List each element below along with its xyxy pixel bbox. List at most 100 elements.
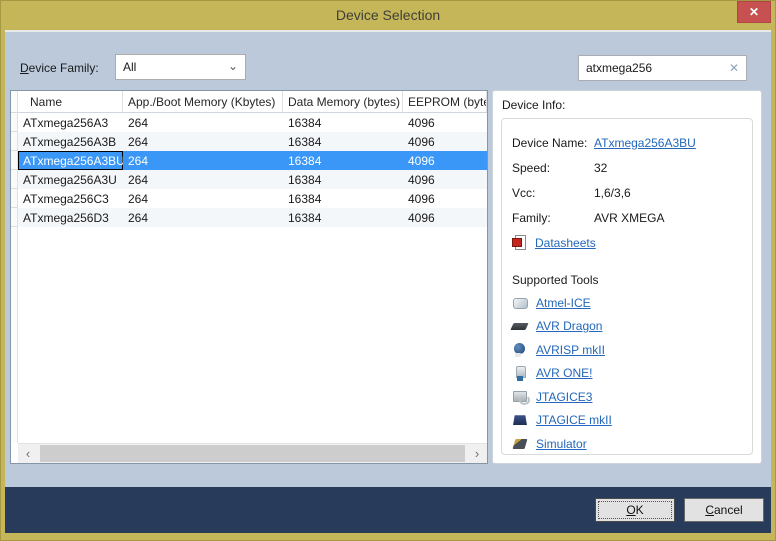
close-icon: ✕ xyxy=(749,5,759,19)
scrollbar-thumb[interactable] xyxy=(40,445,465,462)
row-header[interactable] xyxy=(11,113,17,132)
table-row[interactable]: ATxmega256A3264163844096 xyxy=(18,113,487,132)
device-table: NameApp./Boot Memory (Kbytes)Data Memory… xyxy=(10,90,488,464)
table-row[interactable]: ATxmega256A3B264163844096 xyxy=(18,132,487,151)
table-row[interactable]: ATxmega256D3264163844096 xyxy=(18,208,487,227)
table-cell: 4096 xyxy=(403,151,487,170)
table-cell: 16384 xyxy=(283,208,403,227)
table-cell: 264 xyxy=(123,151,283,170)
table-cell: ATxmega256A3U xyxy=(18,170,123,189)
table-cell: ATxmega256D3 xyxy=(18,208,123,227)
row-header[interactable] xyxy=(11,208,17,227)
tool-item: Simulator xyxy=(512,432,742,455)
table-cell: ATxmega256A3 xyxy=(18,113,123,132)
search-box: ✕ xyxy=(578,55,747,81)
tool-item: AVRISP mkII xyxy=(512,338,742,362)
vcc-label: Vcc: xyxy=(512,186,594,200)
tool-link-atmel-ice[interactable]: Atmel-ICE xyxy=(536,296,591,310)
column-header[interactable]: EEPROM (bytes) xyxy=(403,91,487,112)
clear-search-icon[interactable]: ✕ xyxy=(729,61,739,75)
table-cell: 264 xyxy=(123,113,283,132)
scroll-left-icon[interactable]: ‹ xyxy=(18,444,38,463)
pdf-icon xyxy=(512,235,528,251)
table-cell: 4096 xyxy=(403,189,487,208)
speed-value: 32 xyxy=(594,161,607,175)
table-cell: ATxmega256C3 xyxy=(18,189,123,208)
tool-link-avrisp-mkii[interactable]: AVRISP mkII xyxy=(536,343,605,357)
device-info-panel: Device Info: Device Name: ATxmega256A3BU… xyxy=(492,90,762,464)
table-row[interactable]: ATxmega256A3BU264163844096 xyxy=(18,151,487,170)
row-header[interactable] xyxy=(11,132,17,151)
horizontal-scrollbar[interactable]: ‹ › xyxy=(18,443,487,463)
table-cell: 4096 xyxy=(403,132,487,151)
column-header[interactable]: App./Boot Memory (Kbytes) xyxy=(123,91,283,112)
row-header[interactable] xyxy=(11,189,17,208)
table-cell: 16384 xyxy=(283,189,403,208)
table-cell: 16384 xyxy=(283,113,403,132)
device-selection-dialog: Device Selection ✕ Device Family: All ⌄ … xyxy=(0,0,776,541)
table-cell: 4096 xyxy=(403,113,487,132)
table-cell: 4096 xyxy=(403,170,487,189)
table-cell: 264 xyxy=(123,170,283,189)
row-header-strip xyxy=(11,91,18,443)
speed-label: Speed: xyxy=(512,161,594,175)
tools-list: Atmel-ICE AVR Dragon AVRISP mkII AVR ONE! JT… xyxy=(512,291,742,455)
table-cell: 264 xyxy=(123,189,283,208)
supported-tools-title: Supported Tools xyxy=(512,273,742,287)
cancel-button[interactable]: Cancel xyxy=(684,498,764,522)
close-button[interactable]: ✕ xyxy=(737,1,771,23)
avr-one-icon xyxy=(512,365,528,381)
jtagice3-icon xyxy=(512,389,528,405)
table-cell: 264 xyxy=(123,208,283,227)
row-header[interactable] xyxy=(11,151,17,170)
atmel-ice-icon xyxy=(512,295,528,311)
scroll-right-icon[interactable]: › xyxy=(467,444,487,463)
footer-bar: OK Cancel xyxy=(5,487,771,533)
table-row[interactable]: ATxmega256A3U264163844096 xyxy=(18,170,487,189)
tool-item: AVR Dragon xyxy=(512,315,742,339)
row-header[interactable] xyxy=(11,170,17,189)
family-label: Family: xyxy=(512,211,594,225)
table-row[interactable]: ATxmega256C3264163844096 xyxy=(18,189,487,208)
vcc-value: 1,6/3,6 xyxy=(594,186,631,200)
speed-row: Speed: 32 xyxy=(512,155,742,180)
table-header: NameApp./Boot Memory (Kbytes)Data Memory… xyxy=(18,91,487,113)
family-row: Family: AVR XMEGA xyxy=(512,205,742,230)
tool-item: JTAGICE3 xyxy=(512,385,742,409)
device-family-dropdown[interactable]: All ⌄ xyxy=(115,54,246,80)
table-cell: 264 xyxy=(123,132,283,151)
row-header-corner xyxy=(11,91,17,113)
window-title: Device Selection xyxy=(336,7,440,23)
ok-button[interactable]: OK xyxy=(595,498,675,522)
table-cell: 4096 xyxy=(403,208,487,227)
jtagice-mkii-icon xyxy=(512,412,528,428)
tool-link-avr-one[interactable]: AVR ONE! xyxy=(536,366,592,380)
table-rows: ATxmega256A3264163844096ATxmega256A3B264… xyxy=(18,113,487,443)
avrisp-mkii-icon xyxy=(512,342,528,358)
table-cell: 16384 xyxy=(283,170,403,189)
avr-dragon-icon xyxy=(512,318,528,334)
datasheets-link[interactable]: Datasheets xyxy=(535,236,596,250)
table-cell: ATxmega256A3B xyxy=(18,132,123,151)
search-input[interactable] xyxy=(579,56,746,80)
tool-link-simulator[interactable]: Simulator xyxy=(536,437,587,451)
dialog-body: Device Family: All ⌄ ✕ NameApp./Boot Mem… xyxy=(5,30,771,533)
tool-item: AVR ONE! xyxy=(512,362,742,386)
tool-link-jtagice3[interactable]: JTAGICE3 xyxy=(536,390,592,404)
column-header[interactable]: Name xyxy=(18,91,123,112)
device-name-link[interactable]: ATxmega256A3BU xyxy=(594,136,696,150)
column-header[interactable]: Data Memory (bytes) xyxy=(283,91,403,112)
device-info-box: Device Name: ATxmega256A3BU Speed: 32 Vc… xyxy=(501,118,753,455)
table-cell: ATxmega256A3BU xyxy=(18,151,123,170)
chevron-down-icon: ⌄ xyxy=(228,59,238,73)
device-name-row: Device Name: ATxmega256A3BU xyxy=(512,130,742,155)
table-cell: 16384 xyxy=(283,151,403,170)
simulator-icon xyxy=(512,436,528,452)
tool-item: JTAGICE mkII xyxy=(512,409,742,433)
family-value: AVR XMEGA xyxy=(594,211,664,225)
tool-link-jtagice-mkii[interactable]: JTAGICE mkII xyxy=(536,413,612,427)
device-name-label: Device Name: xyxy=(512,136,594,150)
table-cell: 16384 xyxy=(283,132,403,151)
tool-link-avr-dragon[interactable]: AVR Dragon xyxy=(536,319,602,333)
device-family-selected-value: All xyxy=(123,60,136,74)
